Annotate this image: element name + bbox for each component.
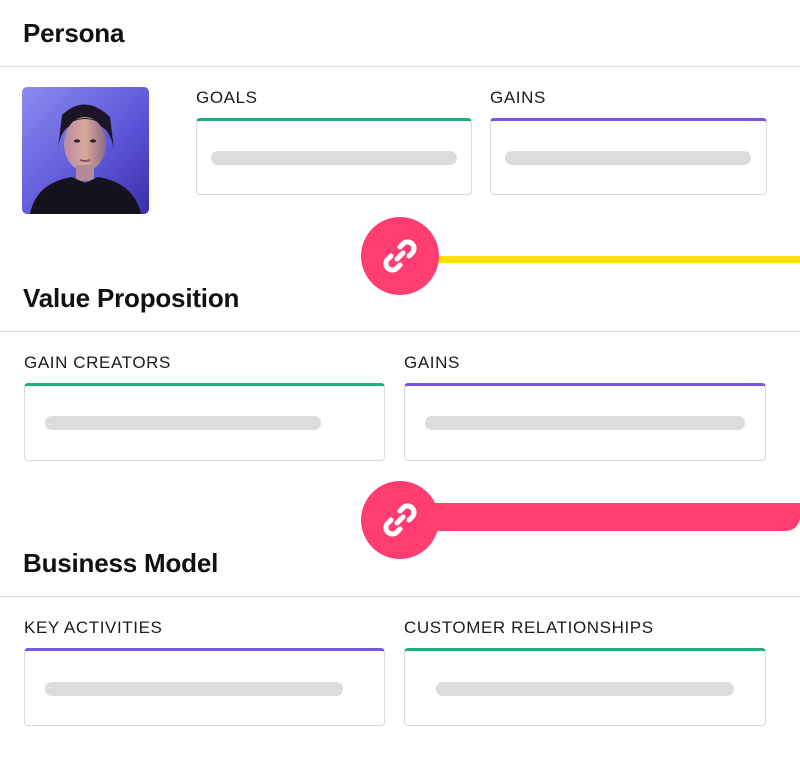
goals-label: GOALS (196, 88, 258, 107)
persona-title: Persona (23, 18, 125, 48)
persona-gains-placeholder-bar (505, 151, 751, 165)
key-activities-field[interactable] (24, 648, 385, 726)
vp-gains-label: GAINS (404, 353, 460, 372)
gain-creators-label: GAIN CREATORS (24, 353, 171, 372)
persona-gains-field[interactable] (490, 118, 767, 195)
vp-gains-placeholder-bar (425, 416, 745, 430)
gain-creators-field[interactable] (24, 383, 385, 461)
goals-field[interactable] (196, 118, 472, 195)
link-button-2[interactable] (361, 481, 439, 559)
customer-relationships-field[interactable] (404, 648, 766, 726)
value-proposition-title: Value Proposition (23, 283, 240, 313)
persona-avatar[interactable] (22, 87, 149, 214)
vp-gains-field[interactable] (404, 383, 766, 461)
customer-relationships-label: CUSTOMER RELATIONSHIPS (404, 618, 654, 637)
business-model-divider (0, 596, 800, 597)
person-photo-icon (22, 87, 149, 214)
customer-relationships-placeholder-bar (436, 682, 734, 696)
key-activities-placeholder-bar (45, 682, 343, 696)
key-activities-label: KEY ACTIVITIES (24, 618, 163, 637)
link-line-yellow (430, 256, 800, 263)
link-line-pink (420, 503, 800, 531)
canvas-card: Persona GOALS GAINS Value Proposition GA… (0, 0, 800, 768)
business-model-title: Business Model (23, 548, 219, 578)
link-button-1[interactable] (361, 217, 439, 295)
persona-gains-label: GAINS (490, 88, 546, 107)
chain-link-icon (383, 503, 417, 537)
goals-placeholder-bar (211, 151, 457, 165)
gain-creators-placeholder-bar (45, 416, 321, 430)
value-proposition-divider (0, 331, 800, 332)
persona-divider (0, 66, 800, 67)
chain-link-icon (383, 239, 417, 273)
